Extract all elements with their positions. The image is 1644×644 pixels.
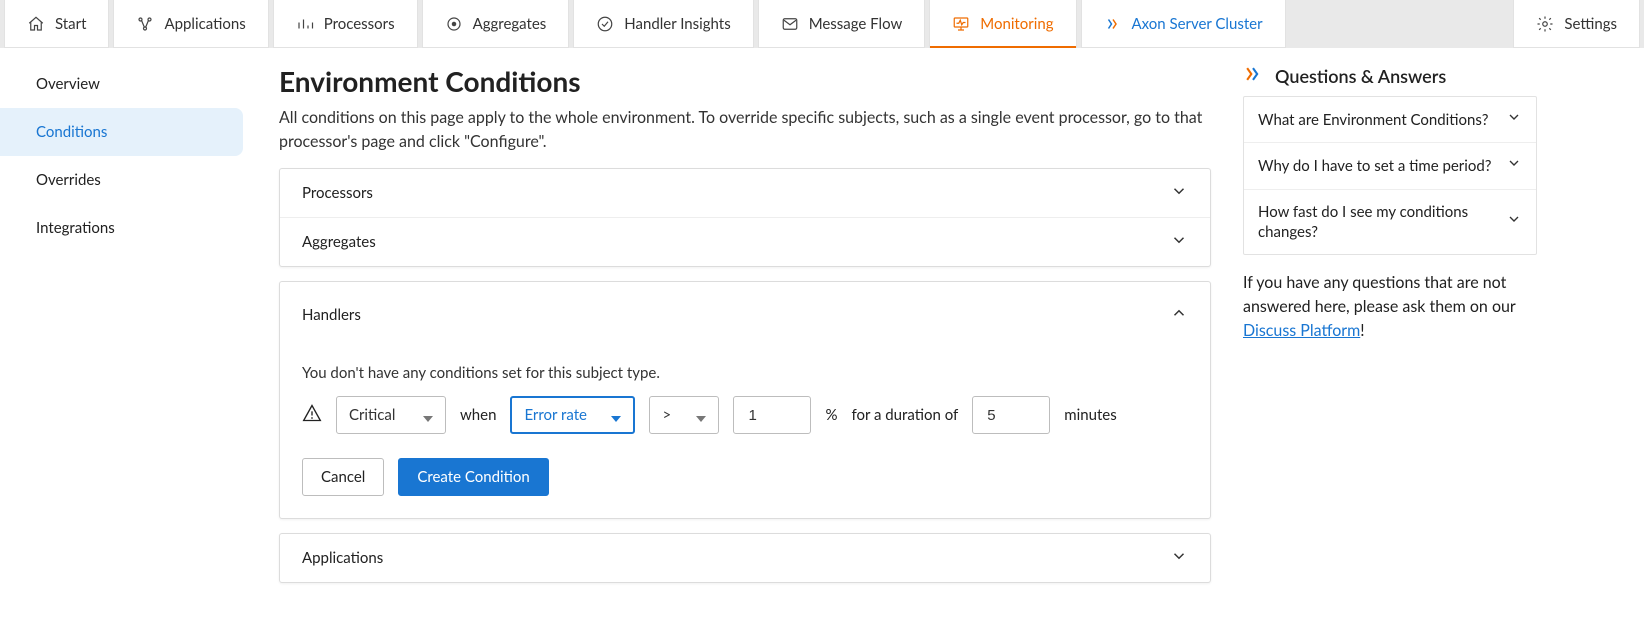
sidebar-item-integrations[interactable]: Integrations [0, 204, 255, 252]
condition-builder: Critical when Error rate > [302, 396, 1188, 434]
threshold-input-wrap [733, 396, 811, 434]
card-applications: Applications [279, 533, 1211, 583]
text-minutes: minutes [1064, 406, 1116, 424]
operator-select[interactable]: > [649, 396, 719, 434]
severity-select[interactable]: Critical [336, 396, 446, 434]
alert-icon [302, 403, 322, 427]
sidebar-item-overrides[interactable]: Overrides [0, 156, 255, 204]
metric-select[interactable]: Error rate [510, 396, 635, 434]
duration-input-wrap [972, 396, 1050, 434]
sidebar-item-conditions[interactable]: Conditions [0, 108, 243, 156]
section-title: Applications [302, 549, 383, 567]
section-title: Handlers [302, 306, 361, 324]
tab-aggregates[interactable]: Aggregates [422, 0, 570, 48]
section-aggregates[interactable]: Aggregates [280, 217, 1210, 266]
sidebar: Overview Conditions Overrides Integratio… [0, 48, 255, 644]
tab-monitoring[interactable]: Monitoring [929, 0, 1076, 48]
chevron-down-icon [1506, 211, 1522, 232]
chevron-down-icon [1170, 231, 1188, 253]
aggregates-icon [445, 15, 463, 33]
cluster-icon [1104, 15, 1122, 33]
home-icon [27, 15, 45, 33]
section-title: Processors [302, 184, 373, 202]
tab-settings[interactable]: Settings [1513, 0, 1640, 48]
section-title: Aggregates [302, 233, 376, 251]
message-flow-icon [781, 15, 799, 33]
processors-icon [296, 15, 314, 33]
top-nav: Start Applications Processors Aggregates… [0, 0, 1644, 48]
page-title: Environment Conditions [279, 64, 1211, 98]
faq-item[interactable]: How fast do I see my conditions changes? [1244, 189, 1536, 255]
text-when: when [460, 406, 496, 424]
faq-list: What are Environment Conditions? Why do … [1243, 96, 1537, 255]
tab-label: Aggregates [473, 15, 547, 33]
qa-title: Questions & Answers [1243, 64, 1537, 88]
faq-question: How fast do I see my conditions changes? [1258, 202, 1492, 243]
chevron-up-icon [1170, 304, 1188, 326]
qa-rail: Questions & Answers What are Environment… [1235, 48, 1555, 644]
chevron-down-icon [1506, 109, 1522, 130]
handlers-body: You don't have any conditions set for th… [280, 348, 1210, 518]
chevron-down-icon [1170, 547, 1188, 569]
section-processors[interactable]: Processors [280, 169, 1210, 217]
tab-axon-server-cluster[interactable]: Axon Server Cluster [1081, 0, 1286, 48]
cancel-button[interactable]: Cancel [302, 458, 384, 496]
monitoring-icon [952, 15, 970, 33]
insights-icon [596, 15, 614, 33]
caret-down-icon [423, 410, 433, 420]
faq-item[interactable]: Why do I have to set a time period? [1244, 142, 1536, 188]
tab-message-flow[interactable]: Message Flow [758, 0, 926, 48]
qa-note: If you have any questions that are not a… [1243, 271, 1537, 343]
tab-start[interactable]: Start [4, 0, 109, 48]
section-applications[interactable]: Applications [280, 534, 1210, 582]
text-pct: % [825, 406, 837, 424]
tab-label: Applications [164, 15, 245, 33]
qa-note-post: ! [1360, 321, 1364, 340]
threshold-input[interactable] [746, 406, 806, 425]
page-shell: Overview Conditions Overrides Integratio… [0, 48, 1644, 644]
qa-icon [1243, 64, 1263, 88]
discuss-platform-link[interactable]: Discuss Platform [1243, 321, 1360, 340]
card-proc-agg: Processors Aggregates [279, 168, 1211, 267]
tab-label: Start [55, 15, 86, 33]
caret-down-icon [696, 410, 706, 420]
duration-input[interactable] [985, 406, 1045, 425]
tab-applications[interactable]: Applications [113, 0, 268, 48]
card-handlers: Handlers You don't have any conditions s… [279, 281, 1211, 519]
create-condition-button[interactable]: Create Condition [398, 458, 548, 496]
faq-question: Why do I have to set a time period? [1258, 156, 1492, 176]
tab-label: Message Flow [809, 15, 903, 33]
main-content: Environment Conditions All conditions on… [255, 48, 1235, 644]
handlers-actions: Cancel Create Condition [302, 458, 1188, 496]
faq-question: What are Environment Conditions? [1258, 110, 1488, 130]
qa-note-pre: If you have any questions that are not a… [1243, 273, 1515, 316]
severity-value: Critical [349, 406, 395, 424]
text-duration-label: for a duration of [851, 406, 958, 424]
tab-label: Axon Server Cluster [1132, 15, 1263, 33]
handlers-empty: You don't have any conditions set for th… [302, 364, 1188, 382]
qa-title-text: Questions & Answers [1275, 65, 1446, 87]
tab-handler-insights[interactable]: Handler Insights [573, 0, 753, 48]
metric-value: Error rate [524, 406, 587, 424]
chevron-down-icon [1170, 182, 1188, 204]
section-handlers-header[interactable]: Handlers [280, 282, 1210, 348]
tab-label: Monitoring [980, 15, 1053, 33]
chevron-down-icon [1506, 155, 1522, 176]
tab-label: Processors [324, 15, 395, 33]
sidebar-item-overview[interactable]: Overview [0, 60, 255, 108]
nav-spacer [1290, 0, 1510, 48]
faq-item[interactable]: What are Environment Conditions? [1244, 97, 1536, 142]
operator-value: > [662, 406, 671, 424]
tab-label: Handler Insights [624, 15, 730, 33]
apps-icon [136, 15, 154, 33]
page-lead: All conditions on this page apply to the… [279, 106, 1211, 154]
caret-down-icon [611, 410, 621, 420]
gear-icon [1536, 15, 1554, 33]
tab-processors[interactable]: Processors [273, 0, 418, 48]
tab-label: Settings [1564, 15, 1617, 33]
